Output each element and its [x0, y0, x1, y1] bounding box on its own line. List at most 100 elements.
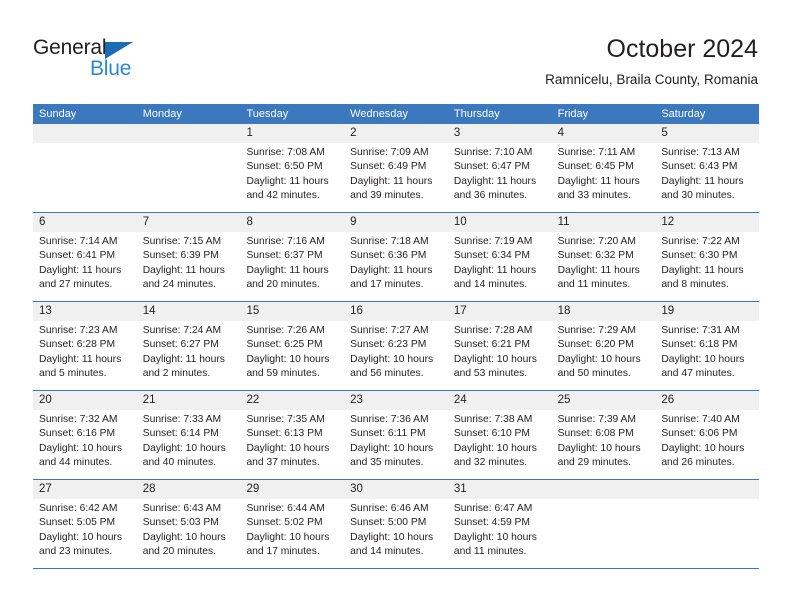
- day-number[interactable]: 5: [655, 124, 759, 143]
- day-number[interactable]: 22: [240, 391, 344, 410]
- day-cell[interactable]: Sunrise: 7:40 AM Sunset: 6:06 PM Daylight:…: [655, 410, 759, 479]
- day-number[interactable]: 13: [33, 302, 137, 321]
- day-number[interactable]: 26: [655, 391, 759, 410]
- day-detail-line: and 14 minutes.: [350, 546, 424, 558]
- day-number[interactable]: 14: [137, 302, 241, 321]
- day-number[interactable]: 25: [552, 391, 656, 410]
- day-detail-line: Daylight: 10 hours: [557, 442, 641, 454]
- day-detail-line: Sunset: 6:08 PM: [557, 428, 634, 440]
- day-number[interactable]: 4: [552, 124, 656, 143]
- day-cell[interactable]: Sunrise: 7:38 AM Sunset: 6:10 PM Daylight:…: [448, 410, 552, 479]
- day-detail-line: Sunrise: 7:32 AM: [39, 414, 118, 425]
- day-detail-line: and 17 minutes.: [350, 279, 424, 291]
- day-number[interactable]: 27: [33, 480, 137, 499]
- week-detail-band: Sunrise: 7:08 AM Sunset: 6:50 PM Daylight:…: [33, 143, 759, 212]
- day-cell[interactable]: Sunrise: 7:35 AM Sunset: 6:13 PM Daylight:…: [240, 410, 344, 479]
- day-number[interactable]: 23: [344, 391, 448, 410]
- general-blue-logo[interactable]: General Blue: [33, 36, 203, 86]
- day-cell[interactable]: Sunrise: 6:42 AM Sunset: 5:05 PM Daylight:…: [33, 499, 137, 568]
- day-detail-line: Sunrise: 7:28 AM: [453, 325, 533, 336]
- day-cell[interactable]: Sunrise: 7:09 AM Sunset: 6:49 PM Daylight:…: [344, 143, 448, 212]
- day-detail-line: Daylight: 11 hours: [39, 264, 122, 276]
- day-detail-line: Daylight: 10 hours: [350, 531, 434, 543]
- day-number[interactable]: 6: [33, 213, 137, 232]
- day-cell[interactable]: Sunrise: 7:36 AM Sunset: 6:11 PM Daylight:…: [344, 410, 448, 479]
- day-number[interactable]: 7: [137, 213, 241, 232]
- day-number[interactable]: 28: [137, 480, 241, 499]
- day-cell[interactable]: Sunrise: 7:31 AM Sunset: 6:18 PM Daylight:…: [655, 321, 759, 390]
- day-number[interactable]: 17: [448, 302, 552, 321]
- day-detail-line: Sunset: 5:02 PM: [246, 517, 323, 529]
- day-cell[interactable]: Sunrise: 7:23 AM Sunset: 6:28 PM Daylight:…: [33, 321, 137, 390]
- day-cell[interactable]: Sunrise: 7:32 AM Sunset: 6:16 PM Daylight:…: [33, 410, 137, 479]
- day-cell[interactable]: Sunrise: 7:24 AM Sunset: 6:27 PM Daylight:…: [137, 321, 241, 390]
- day-detail-line: and 56 minutes.: [350, 368, 424, 380]
- day-detail-line: and 20 minutes.: [246, 279, 320, 291]
- title-block: October 2024 Ramnicelu, Braila County, R…: [545, 34, 758, 89]
- day-number[interactable]: 15: [240, 302, 344, 321]
- day-cell[interactable]: Sunrise: 7:11 AM Sunset: 6:45 PM Daylight:…: [552, 143, 656, 212]
- day-number[interactable]: 2: [344, 124, 448, 143]
- day-number[interactable]: 21: [137, 391, 241, 410]
- day-number[interactable]: 29: [240, 480, 344, 499]
- day-cell[interactable]: Sunrise: 7:13 AM Sunset: 6:43 PM Daylight:…: [655, 143, 759, 212]
- day-cell[interactable]: Sunrise: 7:33 AM Sunset: 6:14 PM Daylight:…: [137, 410, 241, 479]
- day-detail-line: Sunrise: 7:26 AM: [246, 325, 325, 336]
- day-cell[interactable]: Sunrise: 7:18 AM Sunset: 6:36 PM Daylight:…: [344, 232, 448, 301]
- day-number[interactable]: 11: [552, 213, 656, 232]
- day-detail-line: and 36 minutes.: [453, 190, 528, 202]
- day-detail-line: Sunrise: 7:09 AM: [350, 147, 429, 158]
- day-number[interactable]: 10: [448, 213, 552, 232]
- day-detail-line: and 23 minutes.: [39, 546, 113, 558]
- day-detail-line: Sunset: 5:05 PM: [39, 517, 116, 529]
- day-detail-line: Sunrise: 7:23 AM: [39, 325, 118, 336]
- day-detail-line: Daylight: 10 hours: [142, 531, 226, 543]
- day-number[interactable]: 12: [655, 213, 759, 232]
- day-number[interactable]: 8: [240, 213, 344, 232]
- day-cell[interactable]: Sunrise: 7:20 AM Sunset: 6:32 PM Daylight:…: [552, 232, 656, 301]
- day-cell[interactable]: Sunrise: 6:43 AM Sunset: 5:03 PM Daylight:…: [137, 499, 241, 568]
- day-cell[interactable]: Sunrise: 7:26 AM Sunset: 6:25 PM Daylight:…: [240, 321, 344, 390]
- day-number[interactable]: 3: [448, 124, 552, 143]
- day-cell-empty: [137, 143, 241, 212]
- day-cell[interactable]: Sunrise: 7:29 AM Sunset: 6:20 PM Daylight:…: [552, 321, 656, 390]
- day-cell[interactable]: Sunrise: 7:16 AM Sunset: 6:37 PM Daylight:…: [240, 232, 344, 301]
- day-detail-line: Sunrise: 7:36 AM: [350, 414, 429, 425]
- day-number[interactable]: 20: [33, 391, 137, 410]
- day-number[interactable]: 19: [655, 302, 759, 321]
- day-detail-line: Sunset: 6:37 PM: [246, 250, 323, 262]
- day-cell[interactable]: Sunrise: 7:28 AM Sunset: 6:21 PM Daylight:…: [448, 321, 552, 390]
- day-cell[interactable]: Sunrise: 7:10 AM Sunset: 6:47 PM Daylight:…: [448, 143, 552, 212]
- day-cell[interactable]: Sunrise: 7:39 AM Sunset: 6:08 PM Daylight:…: [552, 410, 656, 479]
- day-number[interactable]: 1: [240, 124, 344, 143]
- day-number[interactable]: 9: [344, 213, 448, 232]
- day-cell[interactable]: Sunrise: 7:14 AM Sunset: 6:41 PM Daylight:…: [33, 232, 137, 301]
- day-number[interactable]: 18: [552, 302, 656, 321]
- day-number[interactable]: 31: [448, 480, 552, 499]
- day-cell[interactable]: Sunrise: 6:44 AM Sunset: 5:02 PM Daylight:…: [240, 499, 344, 568]
- day-cell[interactable]: Sunrise: 6:46 AM Sunset: 5:00 PM Daylight:…: [344, 499, 448, 568]
- day-cell[interactable]: Sunrise: 7:15 AM Sunset: 6:39 PM Daylight:…: [137, 232, 241, 301]
- day-detail-line: Sunrise: 7:16 AM: [246, 236, 325, 247]
- day-detail-line: and 5 minutes.: [39, 368, 107, 380]
- day-cell-empty: [655, 499, 759, 568]
- day-cell[interactable]: Sunrise: 7:08 AM Sunset: 6:50 PM Daylight:…: [240, 143, 344, 212]
- day-detail-line: Sunrise: 7:19 AM: [453, 236, 533, 247]
- day-detail-line: Sunset: 6:10 PM: [453, 428, 531, 440]
- page-title: October 2024: [606, 35, 759, 63]
- day-number[interactable]: 16: [344, 302, 448, 321]
- day-cell[interactable]: Sunrise: 6:47 AM Sunset: 4:59 PM Daylight:…: [448, 499, 552, 568]
- calendar-weeks: 1 2 3 4 5 Sunrise: 7:08 AM Sunset: 6:50 PM Dayl…: [33, 124, 759, 569]
- day-detail-line: and 29 minutes.: [557, 457, 631, 469]
- day-detail-line: Sunrise: 7:27 AM: [350, 325, 429, 336]
- day-number[interactable]: 30: [344, 480, 448, 499]
- day-detail-line: Daylight: 11 hours: [350, 175, 433, 187]
- day-detail-line: Sunrise: 7:39 AM: [557, 414, 637, 425]
- day-cell[interactable]: Sunrise: 7:22 AM Sunset: 6:30 PM Daylight:…: [655, 232, 759, 301]
- day-number[interactable]: 24: [448, 391, 552, 410]
- day-cell[interactable]: Sunrise: 7:19 AM Sunset: 6:34 PM Daylight:…: [448, 232, 552, 301]
- day-detail-line: Sunset: 6:21 PM: [453, 339, 531, 351]
- day-cell[interactable]: Sunrise: 7:27 AM Sunset: 6:23 PM Daylight:…: [344, 321, 448, 390]
- day-detail-line: and 44 minutes.: [39, 457, 113, 469]
- day-detail-line: Daylight: 10 hours: [453, 353, 537, 365]
